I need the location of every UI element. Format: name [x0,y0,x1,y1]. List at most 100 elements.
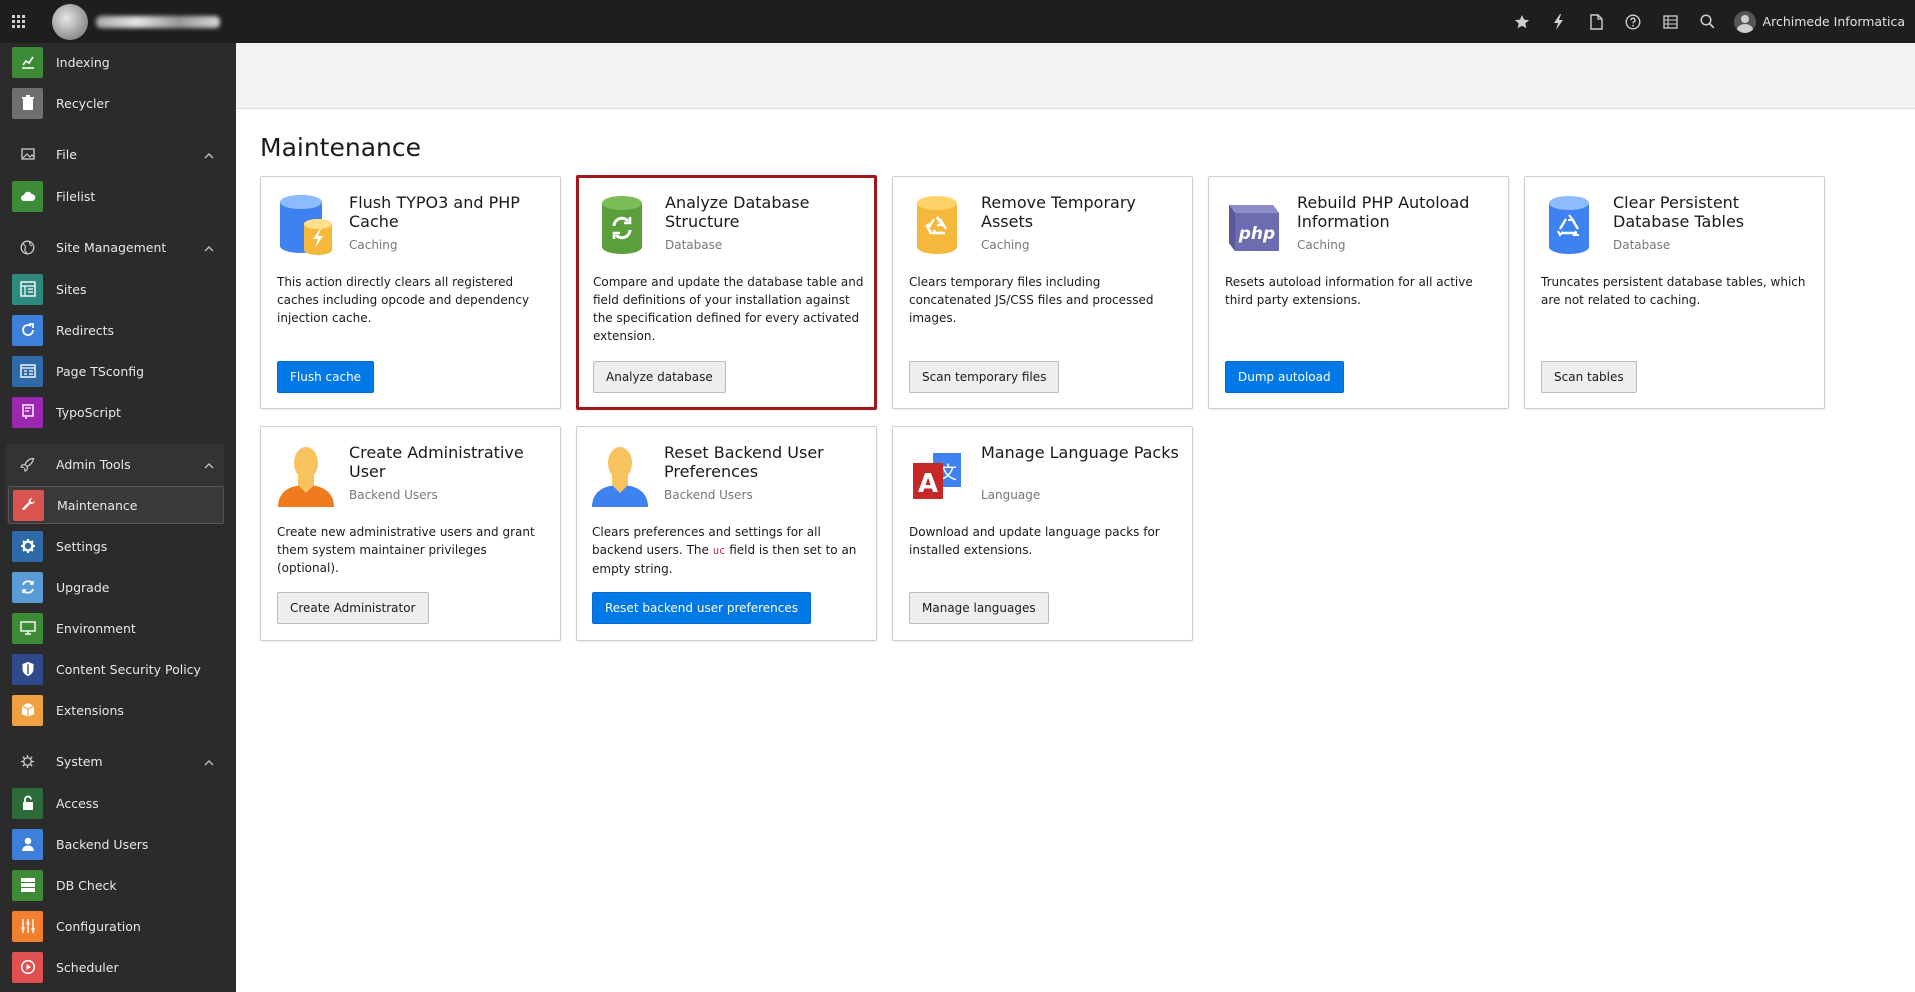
sidebar-group-file[interactable]: File [8,135,224,173]
sidebar-item-configuration[interactable]: Configuration [8,907,224,945]
card-description: Compare and update the database table an… [593,275,864,343]
help-icon[interactable] [1615,0,1652,43]
sidebar-group-label: Site Management [56,239,167,255]
site-name-blurred [96,15,220,28]
sidebar-item-label: Sites [56,281,87,297]
environment-icon [12,612,43,644]
sidebar-item-redirects[interactable]: Redirects [8,311,224,349]
sidebar-item-label: Access [56,795,99,811]
module-docheader [236,43,1915,109]
sidebar-group-admin-tools[interactable]: Admin Tools [8,445,224,483]
sidebar-group-system[interactable]: System [8,742,224,780]
flush-caches-icon[interactable] [1541,0,1578,43]
app-menu-button[interactable] [0,0,36,43]
sidebar-item-extensions[interactable]: Extensions [8,691,224,729]
card-category: Caching [1297,238,1346,252]
sidebar-item-label: Configuration [56,918,141,934]
chevron-up-icon [204,457,214,472]
sidebar-item-scheduler[interactable]: Scheduler [8,948,224,986]
configuration-icon [12,910,43,942]
create-administrator-button[interactable]: Create Administrator [277,592,429,624]
sidebar-item-label: Maintenance [57,497,138,513]
chevron-up-icon [204,147,214,162]
sidebar-item-recycler[interactable]: Recycler [8,84,224,122]
site-logo[interactable] [52,3,88,40]
card-reset-user-preferences: Reset Backend User Preferences Backend U… [576,426,877,641]
analyze-database-button[interactable]: Analyze database [593,361,726,393]
card-flush-cache: Flush TYPO3 and PHP Cache Caching This a… [260,176,561,409]
card-rebuild-autoload: php Rebuild PHP Autoload Information Cac… [1208,176,1509,409]
document-icon[interactable] [1578,0,1615,43]
sidebar-item-label: Recycler [56,95,110,111]
search-icon[interactable] [1689,0,1726,43]
extensions-icon [12,694,43,726]
sidebar-group-label: File [56,146,77,162]
sidebar-item-label: Scheduler [56,959,119,975]
sidebar-item-sites[interactable]: Sites [8,270,224,308]
reset-preferences-button[interactable]: Reset backend user preferences [592,592,812,624]
database-sync-icon [593,193,651,257]
sidebar-item-label: DB Check [56,877,117,893]
avatar [1733,10,1756,33]
sidebar-item-label: Redirects [56,322,115,338]
sidebar-item-backend-users[interactable]: Backend Users [8,825,224,863]
sidebar-item-label: Filelist [56,188,96,204]
svg-text:A: A [918,469,938,499]
list-icon[interactable] [1652,0,1689,43]
card-title: Clear Persistent Database Tables [1613,193,1745,231]
card-title: Rebuild PHP Autoload Information [1297,193,1470,231]
sidebar-item-label: Content Security Policy [56,661,201,677]
sidebar-item-typoscript[interactable]: TypoScript [8,393,224,431]
card-description: Clears temporary files including concate… [909,275,1154,325]
card-description: Truncates persistent database tables, wh… [1541,275,1806,307]
rocket-icon [12,449,43,480]
sidebar-item-content-security-policy[interactable]: Content Security Policy [8,650,224,688]
sidebar-item-db-check[interactable]: DB Check [8,866,224,904]
chevron-up-icon [204,754,214,769]
card-category: Language [981,488,1041,502]
sidebar-group-site-management[interactable]: Site Management [8,228,224,266]
sidebar-item-access[interactable]: Access [8,784,224,822]
sidebar-item-label: Environment [56,620,136,636]
chevron-up-icon [204,240,214,255]
card-description: Download and update language packs for i… [909,525,1160,557]
card-description: This action directly clears all register… [277,275,530,325]
scan-temporary-files-button[interactable]: Scan temporary files [909,361,1060,393]
bookmark-star-icon[interactable] [1504,0,1541,43]
sidebar-item-filelist[interactable]: Filelist [8,177,224,215]
card-title: Remove Temporary Assets [981,193,1136,231]
image-icon [12,139,43,170]
filelist-icon [12,180,43,212]
card-remove-temporary-assets: Remove Temporary Assets Caching Clears t… [892,176,1193,409]
sidebar-item-label: Settings [56,538,108,554]
sidebar-group-label: Admin Tools [56,456,131,472]
sidebar-item-label: Page TSconfig [56,363,145,379]
sidebar-item-maintenance[interactable]: Maintenance [8,486,224,524]
card-analyze-database: Analyze Database Structure Database Comp… [576,175,877,410]
sidebar-item-indexing[interactable]: Indexing [8,43,224,81]
user-blue-icon [591,443,649,507]
scan-tables-button[interactable]: Scan tables [1541,361,1637,393]
recycle-database-icon [1541,193,1599,257]
card-category: Caching [981,238,1030,252]
sidebar-item-settings[interactable]: Settings [8,527,224,565]
sidebar-item-page-tsconfig[interactable]: Page TSconfig [8,352,224,390]
indexing-icon [12,46,43,78]
user-menu[interactable]: Archimede Informatica [1726,0,1915,43]
shield-icon [12,653,43,685]
manage-languages-button[interactable]: Manage languages [909,592,1049,624]
card-title: Create Administrative User [349,443,524,481]
flush-cache-button[interactable]: Flush cache [277,361,375,393]
sidebar-group-label: System [56,753,103,769]
dump-autoload-button[interactable]: Dump autoload [1225,361,1344,393]
page-title: Maintenance [260,133,421,162]
card-category: Database [1613,238,1671,252]
card-title: Manage Language Packs [981,443,1179,462]
card-category: Backend Users [664,488,753,502]
sidebar-item-upgrade[interactable]: Upgrade [8,568,224,606]
card-category: Database [665,238,723,252]
svg-text:php: php [1238,224,1275,244]
sidebar-item-environment[interactable]: Environment [8,609,224,647]
gear-icon [12,530,43,562]
card-category: Caching [349,238,398,252]
